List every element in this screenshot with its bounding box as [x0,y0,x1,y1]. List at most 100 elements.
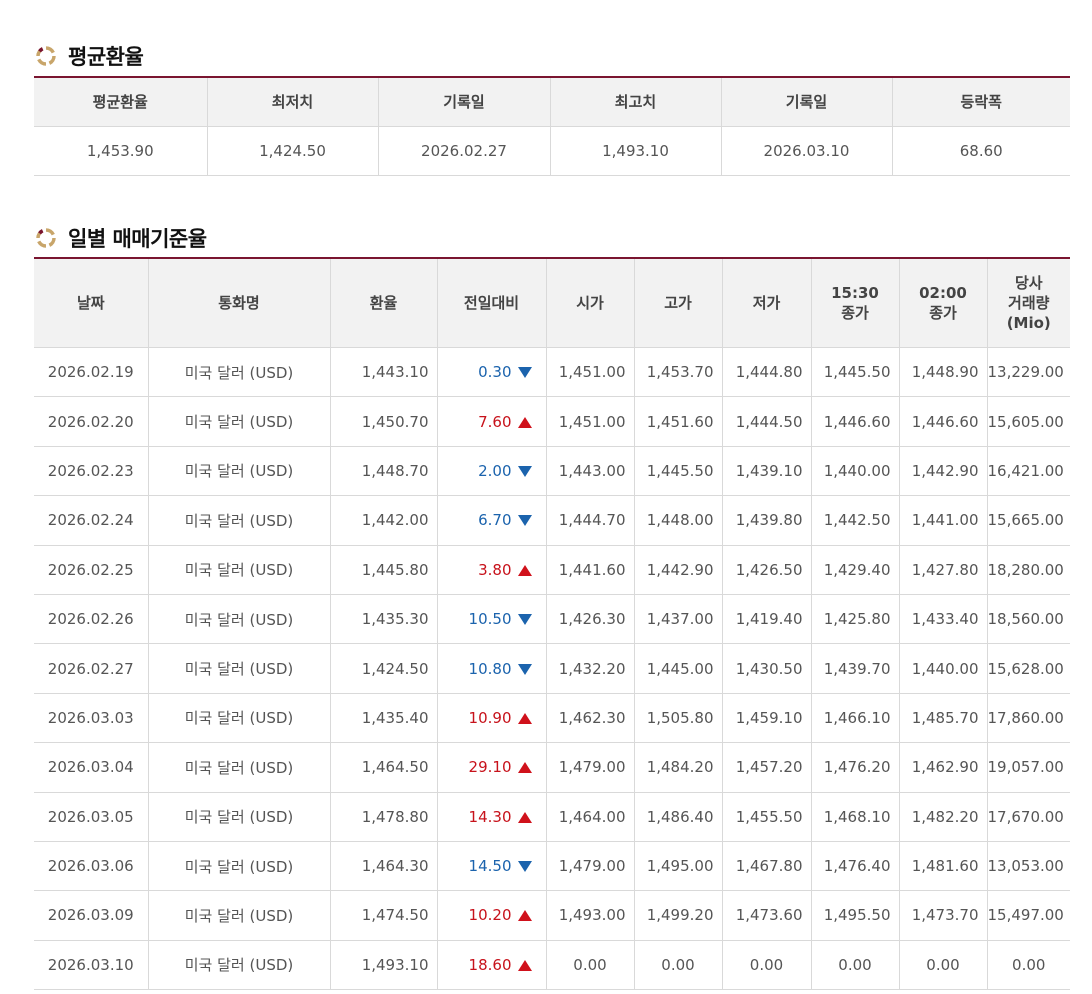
cell-close-0200: 1,442.90 [899,446,988,497]
triangle-up-icon [517,910,532,922]
cell-date: 2026.02.27 [34,643,149,694]
table-row: 2026.02.23 미국 달러 (USD) 1,448.70 2.00 1,443.0… [34,446,1070,497]
cell-date: 2026.02.19 [34,347,149,398]
cell-high: 1,448.00 [634,495,723,546]
cell-rate: 1,443.10 [330,347,438,398]
cell-currency: 미국 달러 (USD) [148,594,331,645]
cell-low: 1,419.40 [722,594,812,645]
header-close-1530-time: 15:30 [831,284,879,302]
cell-low: 1,430.50 [722,643,812,694]
triangle-down-icon [517,614,532,626]
cell-close-0200: 1,433.40 [899,594,988,645]
cell-volume: 15,605.00 [987,396,1070,447]
header-volume-line3: (Mio) [1006,314,1051,332]
triangle-up-icon [517,762,532,774]
daily-rate-table: 날짜 통화명 환율 전일대비 시가 고가 저가 15:30 종가 02:00 종… [34,257,1070,991]
cell-low: 1,455.50 [722,792,812,842]
avg-value-cell: 1,453.90 [34,126,208,176]
cell-date: 2026.02.20 [34,396,149,447]
cell-close-0200: 1,473.70 [899,890,988,941]
cell-close-0200: 1,440.00 [899,643,988,694]
cell-change: 18.60 [437,940,547,991]
avg-header-cell: 최고치 [550,76,722,127]
triangle-down-icon [517,515,532,527]
cell-volume: 18,560.00 [987,594,1070,645]
cell-close-1530: 0.00 [811,940,900,991]
cell-open: 1,479.00 [546,841,635,892]
cell-date: 2026.03.06 [34,841,149,892]
avg-rate-table: 평균환율 최저치 기록일 최고치 기록일 등락폭 1,453.90 1,424.… [34,76,1070,176]
header-volume-line1: 당사 [1014,274,1043,292]
cell-date: 2026.03.03 [34,693,149,744]
cell-date: 2026.03.04 [34,742,149,793]
header-high: 고가 [634,257,723,348]
cell-rate: 1,435.30 [330,594,438,645]
cell-date: 2026.02.24 [34,495,149,546]
triangle-down-icon [517,465,532,477]
header-change: 전일대비 [437,257,547,348]
table-row: 2026.03.03 미국 달러 (USD) 1,435.40 10.90 1,462.… [34,693,1070,744]
cell-open: 1,443.00 [546,446,635,497]
cell-change: 10.50 [437,594,547,645]
cell-high: 1,505.80 [634,693,723,744]
header-close-1530-label: 종가 [841,304,869,322]
daily-header-row: 날짜 통화명 환율 전일대비 시가 고가 저가 15:30 종가 02:00 종… [34,257,1070,348]
avg-header-cell: 기록일 [378,76,551,127]
change-value: 0.30 [478,363,512,382]
triangle-up-icon [517,564,532,576]
cell-volume: 13,229.00 [987,347,1070,398]
cell-close-0200: 1,485.70 [899,693,988,744]
table-row: 2026.02.27 미국 달러 (USD) 1,424.50 10.80 1,432.… [34,643,1070,694]
cell-change: 14.30 [437,792,547,842]
cell-low: 1,473.60 [722,890,812,941]
change-value: 14.50 [468,857,512,876]
cell-high: 1,445.50 [634,446,723,497]
cell-low: 1,444.50 [722,396,812,447]
cell-currency: 미국 달러 (USD) [148,742,331,793]
avg-header-cell: 평균환율 [34,76,208,127]
cell-volume: 15,497.00 [987,890,1070,941]
cell-close-1530: 1,446.60 [811,396,900,447]
cell-rate: 1,464.50 [330,742,438,793]
header-volume-line2: 거래량 [1008,294,1050,312]
cell-close-1530: 1,476.40 [811,841,900,892]
cell-change: 29.10 [437,742,547,793]
cell-currency: 미국 달러 (USD) [148,495,331,546]
triangle-down-icon [517,861,532,873]
cell-close-1530: 1,495.50 [811,890,900,941]
cell-high: 1,499.20 [634,890,723,941]
cell-high: 1,486.40 [634,792,723,842]
cell-rate: 1,442.00 [330,495,438,546]
cell-rate: 1,478.80 [330,792,438,842]
cell-date: 2026.02.23 [34,446,149,497]
change-value: 10.50 [468,610,512,629]
cell-volume: 16,421.00 [987,446,1070,497]
triangle-down-icon [517,663,532,675]
cell-change: 6.70 [437,495,547,546]
change-value: 6.70 [478,511,512,530]
cell-close-0200: 1,446.60 [899,396,988,447]
cell-low: 1,457.20 [722,742,812,793]
table-row: 2026.03.06 미국 달러 (USD) 1,464.30 14.50 1,479.… [34,841,1070,892]
cell-volume: 13,053.00 [987,841,1070,892]
daily-section-heading: 일별 매매기준율 [34,223,207,253]
header-close-1530: 15:30 종가 [811,257,900,348]
cell-change: 7.60 [437,396,547,447]
header-date: 날짜 [34,257,149,348]
table-row: 2026.02.24 미국 달러 (USD) 1,442.00 6.70 1,444.7… [34,495,1070,546]
avg-value-cell: 1,424.50 [207,126,379,176]
cell-rate: 1,435.40 [330,693,438,744]
header-close-0200: 02:00 종가 [899,257,988,348]
cell-change: 10.80 [437,643,547,694]
cell-volume: 17,860.00 [987,693,1070,744]
cell-close-1530: 1,429.40 [811,545,900,595]
header-close-0200-label: 종가 [929,304,957,322]
cell-close-0200: 1,481.60 [899,841,988,892]
cell-volume: 17,670.00 [987,792,1070,842]
cell-low: 1,439.10 [722,446,812,497]
cell-volume: 0.00 [987,940,1070,991]
cell-change: 10.90 [437,693,547,744]
cell-date: 2026.02.25 [34,545,149,595]
avg-value-row: 1,453.90 1,424.50 2026.02.27 1,493.10 20… [34,126,1070,176]
cell-currency: 미국 달러 (USD) [148,643,331,694]
